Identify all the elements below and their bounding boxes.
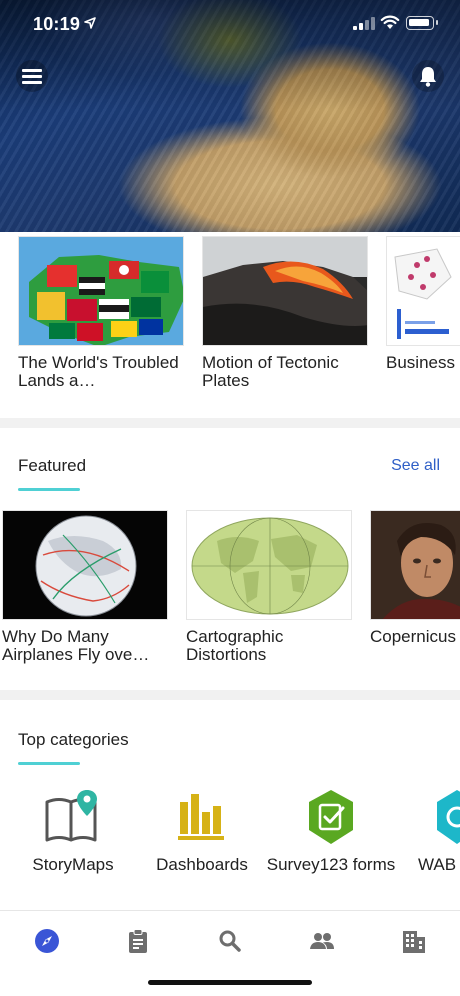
category-wab[interactable]: WAB xyxy=(372,788,460,874)
notifications-button[interactable] xyxy=(412,60,444,92)
card-thumbnail xyxy=(202,236,368,346)
cellular-signal-icon xyxy=(353,17,375,30)
globe-flight-paths-thumbnail xyxy=(3,511,167,619)
hero-map-banner: 10:19 xyxy=(0,0,460,232)
top-categories-title: Top categories xyxy=(18,730,129,749)
see-all-link[interactable]: See all xyxy=(391,457,440,475)
menu-line xyxy=(22,81,42,84)
people-icon[interactable] xyxy=(308,927,336,955)
bell-icon xyxy=(420,67,436,87)
section-divider xyxy=(0,418,460,428)
location-arrow-icon xyxy=(84,17,96,29)
card-thumbnail xyxy=(18,236,184,346)
featured-items-row: Why Do Many Airplanes Fly ove… Cartograp… xyxy=(0,510,460,670)
category-label: Dashboards xyxy=(156,855,248,874)
card-title: Cartographic Distortions xyxy=(186,627,284,664)
recent-items-row: The World's Troubled Lands a… Motion of … xyxy=(0,236,460,406)
compass-icon[interactable] xyxy=(33,927,61,955)
category-label: WAB xyxy=(417,855,457,874)
card-title: Why Do Many Airplanes Fly ove… xyxy=(2,627,150,664)
card-title: Motion of Tectonic Plates xyxy=(202,353,339,390)
survey123-icon xyxy=(309,790,353,844)
building-icon[interactable] xyxy=(400,927,428,955)
wab-icon xyxy=(437,790,460,844)
clipboard-icon[interactable] xyxy=(124,927,152,955)
card-title: Business xyxy=(386,353,455,372)
menu-line xyxy=(22,69,42,72)
dashboards-icon xyxy=(178,794,224,840)
business-map-thumbnail xyxy=(387,237,460,345)
featured-underline xyxy=(18,488,80,491)
status-time: 10:19 xyxy=(33,14,81,34)
card-thumbnail xyxy=(370,510,460,620)
category-dashboards[interactable]: Dashboards xyxy=(137,788,267,874)
wifi-icon xyxy=(380,15,400,29)
lava-thumbnail xyxy=(203,237,367,345)
card-title: Copernicus Universe xyxy=(370,627,460,646)
featured-section-title: Featured xyxy=(18,456,87,475)
card-title: The World's Troubled Lands a… xyxy=(18,353,179,390)
card-thumbnail xyxy=(186,510,352,620)
projection-map-thumbnail xyxy=(187,511,351,619)
search-icon[interactable] xyxy=(216,927,244,955)
categories-row: StoryMaps Dashboards Survey123 forms WAB xyxy=(0,788,460,903)
section-divider xyxy=(0,690,460,700)
category-storymaps[interactable]: StoryMaps xyxy=(8,788,138,874)
card-thumbnail xyxy=(2,510,168,620)
home-indicator xyxy=(148,980,312,985)
category-label: StoryMaps xyxy=(32,855,114,874)
storymaps-icon xyxy=(45,790,97,842)
hamburger-menu-button[interactable] xyxy=(16,60,48,92)
battery-icon xyxy=(406,16,438,30)
menu-line xyxy=(22,75,42,78)
flags-map-thumbnail xyxy=(19,237,183,345)
status-bar: 10:19 xyxy=(0,0,460,50)
portrait-thumbnail xyxy=(371,511,460,619)
card-thumbnail xyxy=(386,236,460,346)
top-categories-underline xyxy=(18,762,80,765)
